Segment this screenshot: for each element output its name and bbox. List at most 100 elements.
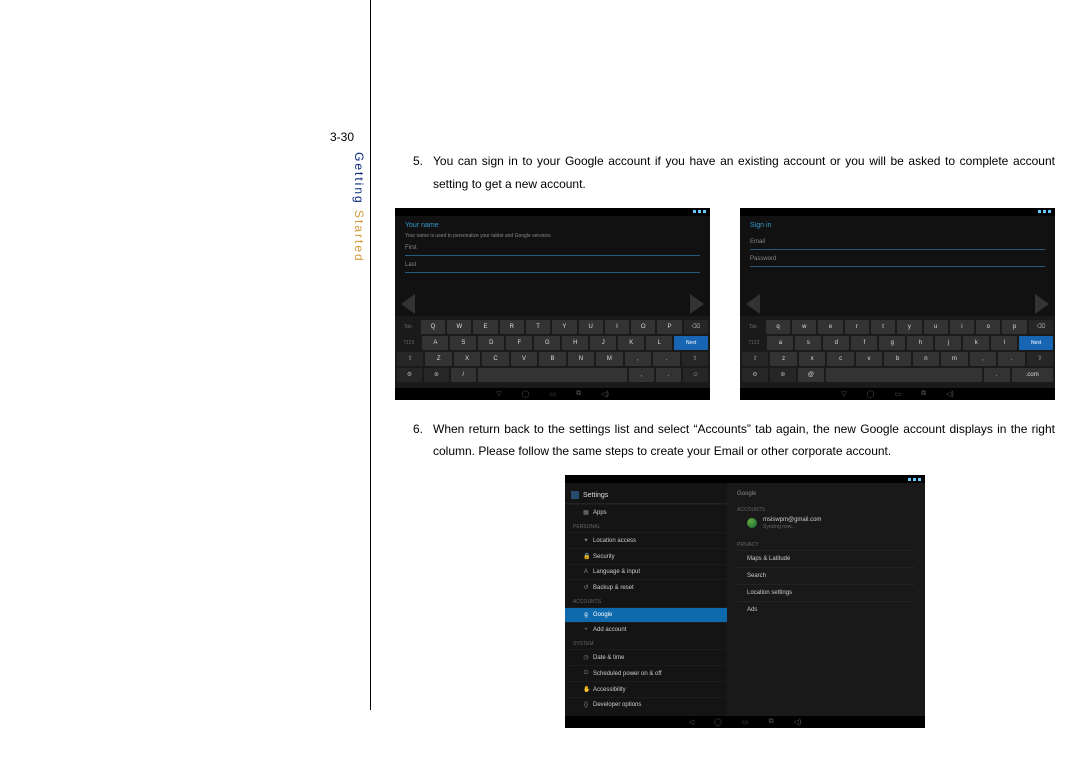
privacy-item[interactable]: Ads [737,601,915,618]
key[interactable]: I [605,320,629,334]
key[interactable]: h [907,336,933,350]
key[interactable]: A [422,336,448,350]
key-emoji-icon[interactable]: ☺ [683,368,708,382]
key[interactable]: g [879,336,905,350]
item-developer[interactable]: {}Developer options [565,697,727,712]
key-settings-icon[interactable]: ⚙ [397,368,422,382]
key[interactable]: k [963,336,989,350]
key[interactable]: B [539,352,565,366]
key[interactable]: O [631,320,655,334]
key[interactable]: V [511,352,537,366]
nav-recent-icon[interactable]: ▭ [549,390,556,398]
key[interactable]: t [871,320,895,334]
last-name-field[interactable]: Last [405,262,700,273]
key[interactable]: c [827,352,853,366]
key[interactable]: U [579,320,603,334]
key-space[interactable] [826,368,982,382]
key[interactable]: F [506,336,532,350]
key[interactable]: . [984,368,1010,382]
key[interactable]: P [657,320,681,334]
key-shift-icon[interactable]: ⇧ [1027,352,1053,366]
key-sym[interactable]: ?123 [397,336,420,350]
prev-arrow-icon[interactable] [746,294,760,314]
item-backup[interactable]: ↺Backup & reset [565,579,727,595]
nav-home-icon[interactable]: ◯ [522,390,530,398]
key[interactable]: R [500,320,524,334]
nav-home-icon[interactable]: ◯ [867,390,875,398]
key-shift-icon[interactable]: ⇧ [397,352,423,366]
key[interactable]: s [795,336,821,350]
key[interactable]: l [991,336,1017,350]
next-arrow-icon[interactable] [1035,294,1049,314]
nav-back-icon[interactable]: ▽ [841,390,846,398]
key[interactable]: X [454,352,480,366]
key[interactable]: j [935,336,961,350]
key[interactable]: u [924,320,948,334]
key[interactable]: v [856,352,882,366]
key-next[interactable]: Next [1019,336,1053,350]
key[interactable]: E [473,320,497,334]
key[interactable]: d [823,336,849,350]
privacy-item[interactable]: Search [737,567,915,584]
key[interactable]: a [767,336,793,350]
nav-home-icon[interactable]: ◯ [714,718,722,726]
key[interactable]: r [845,320,869,334]
key-backspace-icon[interactable]: ⌫ [684,320,708,334]
key[interactable]: Q [421,320,445,334]
key[interactable]: q [766,320,790,334]
nav-back-icon[interactable]: ▽ [496,390,501,398]
key[interactable]: o [976,320,1000,334]
privacy-item[interactable]: Maps & Latitude [737,550,915,567]
item-add-account[interactable]: +Add account [565,622,727,637]
key-globe-icon[interactable]: ⊕ [424,368,449,382]
nav-back-icon[interactable]: ◁ [689,718,694,726]
nav-volume-icon[interactable]: ◁) [794,718,802,726]
item-google[interactable]: gGoogle [565,607,727,622]
item-security[interactable]: 🔒Security [565,548,727,564]
prev-arrow-icon[interactable] [401,294,415,314]
key[interactable]: L [646,336,672,350]
key-sym[interactable]: ?123 [742,336,765,350]
key-tab[interactable]: Tab [397,320,419,334]
nav-recent-icon[interactable]: ▭ [742,718,749,726]
key-shift-icon[interactable]: ⇧ [682,352,708,366]
key[interactable]: G [534,336,560,350]
nav-screenshot-icon[interactable]: ⧉ [769,718,774,726]
key-at[interactable]: @ [798,368,824,382]
key[interactable]: z [770,352,796,366]
key-backspace-icon[interactable]: ⌫ [1029,320,1053,334]
key[interactable]: W [447,320,471,334]
key[interactable]: m [941,352,967,366]
key[interactable]: , [629,368,654,382]
item-scheduled-power[interactable]: ⏻Scheduled power on & off [565,665,727,681]
key[interactable]: Z [425,352,451,366]
nav-screenshot-icon[interactable]: ⧉ [576,390,581,398]
account-row[interactable]: msiswpm@gmail.com Syncing now... [737,515,915,538]
email-field[interactable]: Email [750,239,1045,250]
key[interactable]: f [851,336,877,350]
key[interactable]: H [562,336,588,350]
item-date[interactable]: ◷Date & time [565,649,727,665]
key-globe-icon[interactable]: ⊕ [770,368,796,382]
key[interactable]: . [653,352,679,366]
key[interactable]: w [792,320,816,334]
item-accessibility[interactable]: ✋Accessibility [565,681,727,697]
key-space[interactable] [478,368,628,382]
key[interactable]: N [568,352,594,366]
key-next[interactable]: Next [674,336,708,350]
item-apps[interactable]: ▦Apps [565,504,727,520]
next-arrow-icon[interactable] [690,294,704,314]
password-field[interactable]: Password [750,256,1045,267]
key[interactable]: . [656,368,681,382]
key[interactable]: x [799,352,825,366]
key[interactable]: S [450,336,476,350]
key-shift-icon[interactable]: ⇧ [742,352,768,366]
nav-volume-icon[interactable]: ◁) [946,390,954,398]
key[interactable]: D [478,336,504,350]
key-slash[interactable]: / [451,368,476,382]
key[interactable]: e [818,320,842,334]
key[interactable]: K [618,336,644,350]
key-com[interactable]: .com [1012,368,1054,382]
privacy-item[interactable]: Location settings [737,584,915,601]
key-settings-icon[interactable]: ⚙ [742,368,768,382]
